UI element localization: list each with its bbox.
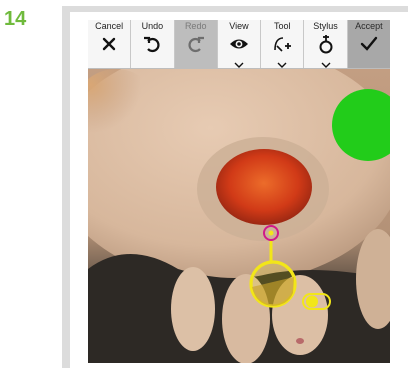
redo-icon (188, 36, 204, 53)
tool-icon (274, 37, 292, 52)
view-label: View (229, 21, 249, 31)
stylus-icon (319, 35, 333, 54)
redo-label: Redo (184, 21, 207, 31)
redo-button[interactable]: Redo (174, 20, 218, 68)
cancel-label: Cancel (95, 21, 124, 31)
eye-icon (229, 39, 248, 49)
undo-icon (144, 36, 160, 53)
cancel-button[interactable]: Cancel (88, 20, 132, 68)
close-icon (102, 37, 116, 51)
photo-canvas[interactable] (88, 69, 390, 363)
tool-label: Tool (274, 21, 291, 31)
wound-area (216, 149, 312, 225)
accept-button[interactable]: Accept (347, 20, 390, 68)
toggle-knob (306, 295, 318, 308)
accept-label: Accept (355, 21, 383, 31)
finger-tip-mark (296, 338, 304, 344)
probe-point-center (268, 230, 274, 236)
chevron-down-icon (321, 62, 331, 68)
view-button[interactable]: View (218, 20, 262, 68)
undo-label: Undo (141, 21, 164, 31)
step-number: 14 (4, 8, 27, 30)
editor-toolbar: Cancel Undo Redo View Tool Stylus Accept (88, 20, 390, 69)
undo-button[interactable]: Undo (131, 20, 175, 68)
check-icon (360, 36, 378, 51)
chevron-down-icon (234, 62, 244, 68)
chevron-down-icon (277, 62, 287, 68)
tool-button[interactable]: Tool (261, 20, 305, 68)
stylus-label: Stylus (313, 21, 338, 31)
finger-left (171, 267, 215, 351)
image-editor: Cancel Undo Redo View Tool Stylus Accept (88, 20, 390, 363)
stylus-button[interactable]: Stylus (304, 20, 348, 68)
